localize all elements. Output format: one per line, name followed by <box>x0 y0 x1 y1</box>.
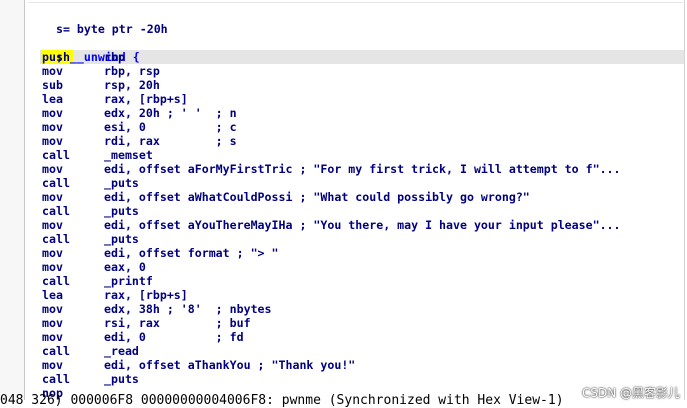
watermark: CSDN @黑客影儿 <box>582 386 681 400</box>
mnemonic: sub <box>42 78 63 92</box>
operands: edx, 38h ; '8' ; nbytes <box>104 302 272 316</box>
instruction-row[interactable]: mov rdi, rax ; s <box>42 134 237 148</box>
instruction-row[interactable]: mov edi, offset aYouThereMayIHa ; "You th… <box>42 218 621 232</box>
instruction-row[interactable]: push rbp <box>42 50 125 64</box>
mnemonic: mov <box>42 190 63 204</box>
instruction-row[interactable]: mov eax, 0 <box>42 260 146 274</box>
operands: edi, offset aForMyFirstTric ; "For my fi… <box>104 162 621 176</box>
instruction-row[interactable]: mov edi, offset aWhatCouldPossi ; "What c… <box>42 190 530 204</box>
instruction-row[interactable]: call _printf <box>42 274 153 288</box>
operands: eax, 0 <box>104 260 146 274</box>
mnemonic: lea <box>42 288 63 302</box>
instruction-row[interactable]: mov edi, offset format ; "> " <box>42 246 279 260</box>
stack-var-text: s= byte ptr -20h <box>55 22 168 36</box>
mnemonic: call <box>42 204 70 218</box>
operands: _puts <box>104 204 139 218</box>
instruction-row[interactable]: mov edx, 20h ; ' ' ; n <box>42 106 237 120</box>
mnemonic: mov <box>42 330 63 344</box>
operands: _read <box>104 344 139 358</box>
operands: rax, [rbp+s] <box>104 92 188 106</box>
operands: _memset <box>104 148 153 162</box>
operands: _puts <box>104 176 139 190</box>
operands: edi, offset aThankYou ; "Thank you!" <box>104 358 356 372</box>
mnemonic: mov <box>42 106 63 120</box>
mnemonic: mov <box>42 134 63 148</box>
mnemonic: mov <box>42 120 63 134</box>
mnemonic: mov <box>42 246 63 260</box>
operands: rax, [rbp+s] <box>104 288 188 302</box>
mnemonic: push <box>42 50 70 64</box>
instruction-row[interactable]: call _puts <box>42 204 139 218</box>
operands: rdi, rax ; s <box>104 134 237 148</box>
operands: _puts <box>104 372 139 386</box>
instruction-row[interactable]: mov edx, 38h ; '8' ; nbytes <box>42 302 272 316</box>
instruction-row[interactable]: mov rsi, rax ; buf <box>42 316 251 330</box>
instruction-row[interactable]: mov edi, 0 ; fd <box>42 330 244 344</box>
top-separator <box>28 2 683 3</box>
instruction-row[interactable]: mov rbp, rsp <box>42 64 160 78</box>
operands: _printf <box>104 274 153 288</box>
mnemonic: mov <box>42 358 63 372</box>
mnemonic: call <box>42 274 70 288</box>
operands: esi, 0 ; c <box>104 120 237 134</box>
instruction-row[interactable]: call _puts <box>42 372 139 386</box>
instruction-row[interactable]: call _puts <box>42 176 139 190</box>
mnemonic: mov <box>42 316 63 330</box>
mnemonic: call <box>42 232 70 246</box>
mnemonic: mov <box>42 162 63 176</box>
instruction-row[interactable]: call _memset <box>42 148 153 162</box>
mnemonic: call <box>42 344 70 358</box>
operands: edx, 20h ; ' ' ; n <box>104 106 237 120</box>
mnemonic: mov <box>42 64 63 78</box>
unwind-comment-line[interactable]: ; __unwind { <box>42 36 140 64</box>
instruction-row[interactable]: mov edi, offset aThankYou ; "Thank you!" <box>42 358 355 372</box>
operands: rbp, rsp <box>104 64 160 78</box>
mnemonic: call <box>42 372 70 386</box>
stack-var-line[interactable]: s= byte ptr -20h <box>42 8 168 36</box>
mnemonic: mov <box>42 218 63 232</box>
mnemonic: lea <box>42 92 63 106</box>
mnemonic: call <box>42 148 70 162</box>
operands: edi, offset aYouThereMayIHa ; "You there… <box>104 218 621 232</box>
mnemonic: mov <box>42 260 63 274</box>
left-gutter <box>0 0 24 400</box>
instruction-row[interactable]: mov esi, 0 ; c <box>42 120 237 134</box>
operands: edi, offset aWhatCouldPossi ; "What coul… <box>104 190 530 204</box>
operands: rsi, rax ; buf <box>104 316 251 330</box>
instruction-row[interactable]: lea rax, [rbp+s] <box>42 288 188 302</box>
instruction-row[interactable]: mov edi, offset aForMyFirstTric ; "For my… <box>42 162 621 176</box>
operands: edi, 0 ; fd <box>104 330 244 344</box>
instruction-row[interactable]: call _puts <box>42 232 139 246</box>
instruction-row[interactable]: call _read <box>42 344 139 358</box>
instruction-row[interactable]: lea rax, [rbp+s] <box>42 92 188 106</box>
mnemonic: call <box>42 176 70 190</box>
operands: rsp, 20h <box>104 78 160 92</box>
operands: rbp <box>104 50 125 64</box>
view-border <box>684 0 685 400</box>
mnemonic: mov <box>42 302 63 316</box>
operands: _puts <box>104 232 139 246</box>
instruction-row[interactable]: sub rsp, 20h <box>42 78 160 92</box>
operands: edi, offset format ; "> " <box>104 246 279 260</box>
